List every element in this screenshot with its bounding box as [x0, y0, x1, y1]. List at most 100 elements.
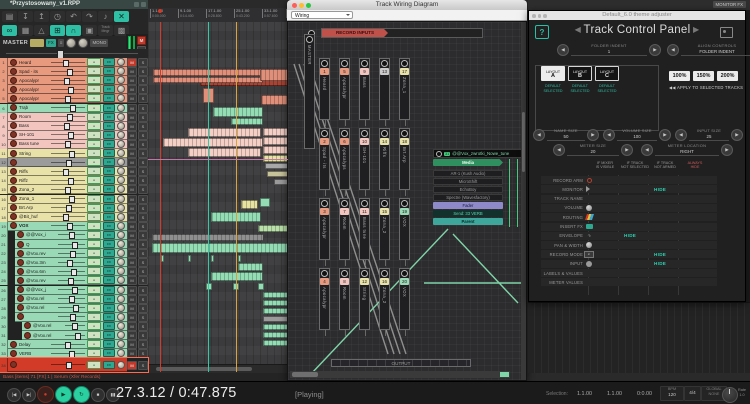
- mute-button[interactable]: M: [127, 276, 137, 286]
- route-button[interactable]: ●: [87, 94, 101, 103]
- mute-button[interactable]: M: [127, 94, 137, 104]
- track-strip[interactable]: Room ● FX: [8, 112, 127, 122]
- track-strip[interactable]: Riffz ● FX: [8, 176, 127, 186]
- track-row[interactable]: 19 VOX ● FX M S: [0, 221, 148, 231]
- track-strip[interactable]: @@Vox_i ● FX: [15, 230, 127, 240]
- record-arm-icon[interactable]: [17, 258, 24, 266]
- mute-button[interactable]: M: [127, 249, 137, 259]
- fx-button[interactable]: FX: [103, 212, 115, 221]
- track-strip[interactable]: @Vox.rel ● FX: [22, 321, 127, 331]
- solo-button[interactable]: S: [138, 267, 148, 277]
- wiring-track-node[interactable]: 9 Bass: [359, 58, 370, 126]
- record-arm-icon[interactable]: [17, 249, 24, 257]
- track-volume-fader[interactable]: [51, 150, 85, 158]
- solo-button[interactable]: S: [138, 240, 148, 250]
- route-button[interactable]: ●: [87, 285, 101, 294]
- arrange-view[interactable]: 1.1.000:00.0009.1.000:14.40017.1.000:28.…: [148, 8, 288, 372]
- track-strip[interactable]: Spad - its ● FX: [8, 67, 127, 77]
- pan-knob[interactable]: [117, 285, 125, 294]
- fx-button[interactable]: FX: [103, 94, 115, 103]
- increment-button[interactable]: ▶: [587, 129, 599, 141]
- decrement-button[interactable]: ◀: [667, 44, 679, 56]
- mute-button[interactable]: M: [127, 312, 137, 322]
- record-arm-icon[interactable]: [10, 113, 17, 121]
- fx-button[interactable]: FX: [103, 360, 115, 369]
- track-row[interactable]: 18 @Bit_huf ● FX M S: [0, 212, 148, 222]
- fader-handle[interactable]: [64, 141, 71, 149]
- mute-button[interactable]: M: [127, 267, 137, 277]
- image-button[interactable]: [720, 27, 733, 38]
- fx-button[interactable]: FX: [103, 303, 115, 312]
- route-button[interactable]: ●: [87, 294, 101, 303]
- fader-handle[interactable]: [63, 77, 70, 85]
- track-volume-fader[interactable]: [51, 223, 85, 231]
- increment-button[interactable]: ▶: [659, 129, 671, 141]
- track-row[interactable]: 22 @Vox.rev ● FX M S: [0, 249, 148, 259]
- track-name[interactable]: @Vox.rev: [26, 251, 56, 256]
- track-row[interactable]: 9 SH-101 ● FX M S: [0, 130, 148, 140]
- wiring-track-node[interactable]: 5 Apocalypr: [339, 58, 350, 126]
- fx-button[interactable]: FX: [103, 149, 115, 158]
- track-volume-fader[interactable]: [51, 159, 85, 167]
- fx-button[interactable]: FX: [103, 240, 115, 249]
- track-volume-fader[interactable]: [51, 95, 85, 103]
- track-name[interactable]: @Vox.3m: [26, 260, 56, 265]
- pan-knob[interactable]: [117, 212, 125, 221]
- mute-button[interactable]: M: [127, 203, 137, 213]
- media-item[interactable]: [263, 137, 288, 145]
- output-node[interactable]: OUTPUT: [331, 359, 471, 367]
- track-row[interactable]: 15 Zona_2 ● FX M S: [0, 185, 148, 195]
- route-button[interactable]: ●: [87, 303, 101, 312]
- mute-button[interactable]: M: [127, 130, 137, 140]
- solo-button[interactable]: S: [138, 258, 148, 268]
- mute-button[interactable]: M: [127, 258, 137, 268]
- popup-row-fx[interactable]: EchoBoy: [433, 186, 503, 193]
- solo-button[interactable]: S: [138, 221, 148, 231]
- track-row[interactable]: 13 Riffs ● FX M S: [0, 167, 148, 177]
- pan-knob[interactable]: [117, 294, 125, 303]
- media-item[interactable]: [263, 308, 288, 314]
- save-project-icon[interactable]: ↧: [18, 10, 33, 22]
- pan-knob[interactable]: [117, 276, 125, 285]
- master-pan-knob[interactable]: [66, 37, 77, 48]
- track-strip[interactable]: Zona_2 ● FX: [8, 185, 127, 195]
- route-button[interactable]: ●: [87, 276, 101, 285]
- track-name[interactable]: @Vox.rev: [26, 278, 56, 283]
- route-button[interactable]: ●: [87, 158, 101, 167]
- route-button[interactable]: ●: [87, 312, 101, 321]
- mute-button[interactable]: M: [127, 340, 137, 350]
- media-item[interactable]: [258, 225, 288, 232]
- track-row[interactable]: 16 Zona_1 ● FX M S: [0, 194, 148, 204]
- solo-button[interactable]: S: [138, 230, 148, 240]
- media-item[interactable]: [263, 332, 288, 338]
- record-arm-icon[interactable]: [10, 204, 17, 212]
- media-item[interactable]: [267, 171, 288, 177]
- track-strip[interactable]: ● FX: [15, 312, 127, 322]
- route-button[interactable]: ●: [87, 130, 101, 139]
- record-arm-icon[interactable]: [17, 286, 24, 294]
- media-item[interactable]: [260, 198, 270, 207]
- track-row[interactable]: 4 Apocalypr ● FX M S: [0, 85, 148, 95]
- fader-handle[interactable]: [66, 68, 73, 76]
- track-strip[interactable]: Bass tune ● FX: [8, 139, 127, 149]
- fader-handle[interactable]: [64, 186, 71, 194]
- play-button[interactable]: ▶: [55, 386, 72, 403]
- wiring-track-node[interactable]: 2 Spad - its: [319, 128, 330, 196]
- pan-knob[interactable]: [117, 360, 125, 369]
- track-name[interactable]: Brt.Arp: [19, 205, 49, 210]
- wiring-mode-dropdown[interactable]: Wiring: [291, 11, 353, 19]
- record-arm-icon[interactable]: [17, 304, 24, 312]
- fader-handle[interactable]: [68, 232, 75, 240]
- fader-handle[interactable]: [72, 305, 79, 313]
- record-arm-icon[interactable]: [10, 349, 17, 357]
- track-name[interactable]: @@Vox_j: [26, 287, 56, 292]
- track-name[interactable]: Room: [19, 114, 49, 119]
- fader-handle[interactable]: [67, 259, 74, 267]
- metronome-icon[interactable]: ♪: [98, 10, 113, 22]
- record-arm-icon[interactable]: [10, 176, 17, 184]
- track-row[interactable]: 26 @@Vox_j ● FX M S: [0, 285, 148, 295]
- mute-button[interactable]: M: [127, 103, 137, 113]
- envelope-icon[interactable]: △: [34, 24, 49, 36]
- master-node[interactable]: MASTER: [304, 34, 315, 149]
- track-name[interactable]: @@Vox_i: [26, 232, 56, 237]
